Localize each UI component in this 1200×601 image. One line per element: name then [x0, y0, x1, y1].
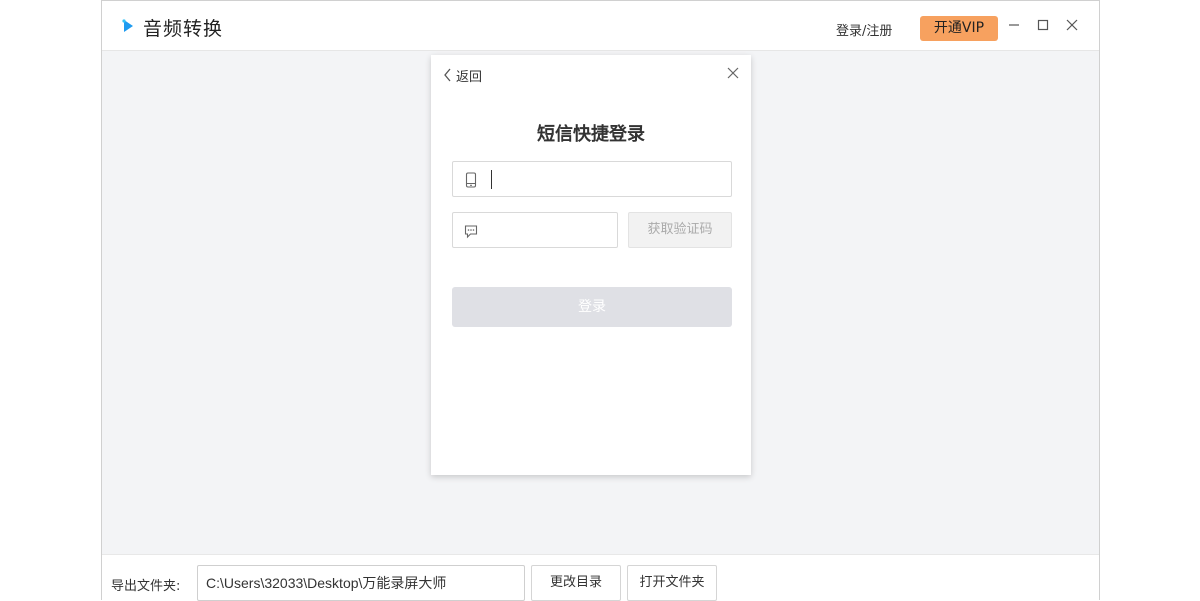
phone-field[interactable]: [452, 161, 732, 197]
get-code-button[interactable]: 获取验证码: [628, 212, 732, 248]
phone-icon: [465, 172, 477, 188]
sms-login-dialog: 返回 短信快捷登录 获取验证码 登录: [431, 55, 751, 475]
open-vip-button[interactable]: 开通VIP: [920, 16, 998, 41]
back-label: 返回: [456, 69, 483, 85]
app-window: 音频转换 登录/注册 开通VIP 返回 短信快捷登录 获取验证码 登录 导出文件…: [101, 0, 1100, 601]
back-button[interactable]: 返回: [443, 65, 482, 85]
text-caret: [491, 170, 492, 189]
message-icon: [464, 225, 478, 239]
window-close-icon[interactable]: [1065, 18, 1079, 32]
login-submit-button[interactable]: 登录: [452, 287, 732, 327]
change-directory-button[interactable]: 更改目录: [531, 565, 621, 601]
export-path-input[interactable]: [197, 565, 525, 601]
footer-bar: 导出文件夹: 更改目录 打开文件夹: [102, 554, 1099, 601]
phone-input[interactable]: [497, 166, 726, 194]
export-folder-label: 导出文件夹:: [111, 579, 181, 594]
maximize-icon[interactable]: [1036, 18, 1050, 32]
code-field[interactable]: [452, 212, 621, 248]
minimize-icon[interactable]: [1007, 18, 1021, 32]
title-bar: 音频转换 登录/注册 开通VIP: [102, 1, 1099, 51]
app-logo-icon: [122, 19, 133, 32]
app-title: 音频转换: [143, 18, 224, 40]
dialog-title: 短信快捷登录: [537, 124, 645, 145]
verification-code-input[interactable]: [497, 217, 621, 245]
open-folder-button[interactable]: 打开文件夹: [627, 565, 717, 601]
login-register-link[interactable]: 登录/注册: [836, 20, 892, 39]
chevron-left-icon: [444, 68, 451, 82]
close-icon[interactable]: [727, 67, 739, 79]
